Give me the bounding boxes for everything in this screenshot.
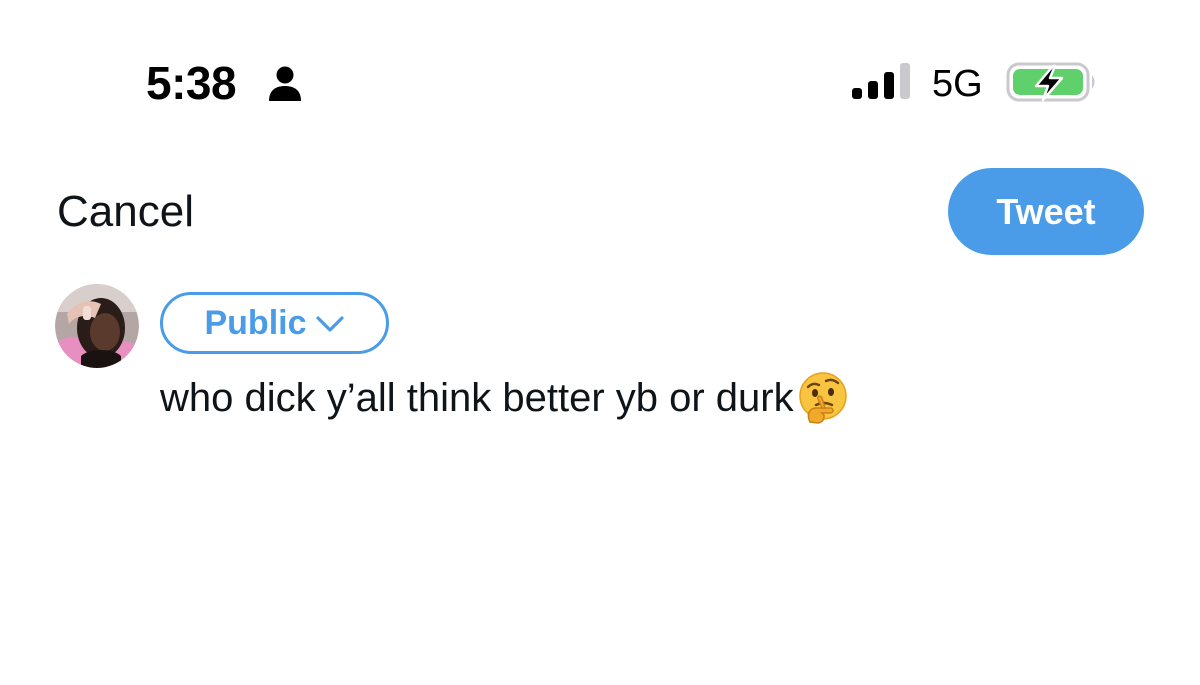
person-icon [269, 66, 301, 101]
network-label: 5G [932, 63, 983, 105]
tweet-text: who dick y’all think better yb or durk [160, 376, 794, 420]
avatar[interactable] [55, 284, 139, 368]
chevron-down-icon [315, 316, 344, 332]
compose-tweet-screen: 5:38 5G Cancel Tweet Public who dick y’a… [0, 0, 1200, 685]
battery-charging-icon [1006, 62, 1095, 102]
signal-icon [852, 63, 910, 99]
status-time: 5:38 [146, 57, 237, 109]
audience-selector[interactable]: Public [160, 292, 389, 354]
audience-label: Public [204, 304, 307, 342]
thinking-face-icon [798, 372, 847, 424]
tweet-button[interactable]: Tweet [948, 168, 1144, 255]
tweet-text-input[interactable]: who dick y’all think better yb or durk [160, 372, 850, 424]
cancel-button[interactable]: Cancel [57, 186, 194, 238]
